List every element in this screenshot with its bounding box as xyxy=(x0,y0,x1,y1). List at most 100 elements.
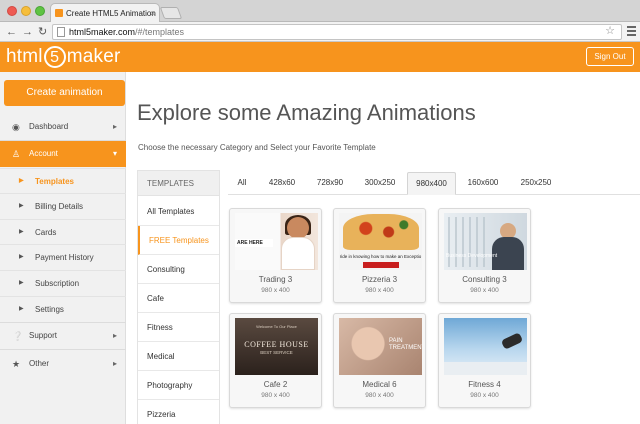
chevron-right-icon: ▸ xyxy=(112,359,117,368)
logo-five: 5 xyxy=(43,46,66,68)
template-card-medical-6[interactable]: PAIN TREATMENT Medical 6 980 x 400 xyxy=(333,313,426,408)
page-icon xyxy=(57,27,65,37)
template-size: 980 x 400 xyxy=(365,287,394,294)
athlete-graphic xyxy=(500,332,524,350)
page-title: Explore some Amazing Animations xyxy=(137,100,476,125)
sidebar-item-label: Account xyxy=(29,149,58,158)
caret-right-icon: ▶ xyxy=(19,203,24,209)
bookmark-star-icon[interactable]: ☆ xyxy=(605,24,615,38)
sidebar-subitem-label: Cards xyxy=(35,228,57,237)
template-name: Consulting 3 xyxy=(462,275,507,284)
sidebar-item-other[interactable]: ★ Other ▸ xyxy=(0,351,126,377)
size-tab-250x250[interactable]: 250x250 xyxy=(514,172,558,195)
address-bar[interactable]: html5maker.com/#/templates ☆ xyxy=(52,24,622,40)
template-thumbnail: ride in knowing how to make an Exceptio xyxy=(339,213,422,270)
sidebar-subitem-label: Subscription xyxy=(35,279,80,288)
logo-text-maker: maker xyxy=(66,46,121,67)
sidebar-item-label: Dashboard xyxy=(29,122,69,131)
thumbnail-text: Business Development xyxy=(446,253,498,259)
category-medical[interactable]: Medical xyxy=(138,342,219,371)
template-thumbnail: PAIN TREATMENT xyxy=(339,318,422,375)
thumbnail-text: BEST SERVICE xyxy=(260,350,293,355)
size-tab-980x400[interactable]: 980x400 xyxy=(407,172,456,195)
caret-right-icon: ▶ xyxy=(19,280,24,286)
browser-tab[interactable]: Create HTML5 Animation × xyxy=(50,3,160,23)
caret-right-icon: ▶ xyxy=(19,254,24,260)
sidebar-subitem-settings[interactable]: ▶ Settings xyxy=(0,296,126,321)
template-name: Fitness 4 xyxy=(468,380,501,389)
building-graphic xyxy=(448,217,488,267)
forward-arrow-icon[interactable]: → xyxy=(22,24,33,40)
sidebar-subitem-templates[interactable]: ▶ Templates xyxy=(0,168,126,193)
template-card-fitness-4[interactable]: Fitness 4 980 x 400 xyxy=(438,313,531,408)
template-card-cafe-2[interactable]: Welcome To Our Place COFFEE HOUSE BEST S… xyxy=(229,313,322,408)
logo[interactable]: html 5 maker xyxy=(6,45,121,69)
url-host: html5maker.com xyxy=(69,27,136,37)
sidebar-subitem-cards[interactable]: ▶ Cards xyxy=(0,219,126,244)
question-icon: ❔ xyxy=(12,331,24,341)
thumbnail-text: PAIN TREATMENT xyxy=(389,338,422,351)
divider xyxy=(0,349,126,350)
page-subtitle: Choose the necessary Category and Select… xyxy=(138,143,376,152)
create-animation-button[interactable]: Create animation xyxy=(4,80,125,106)
person-face xyxy=(287,217,309,239)
thumbnail-button-shape xyxy=(363,262,399,268)
category-consulting[interactable]: Consulting xyxy=(138,255,219,284)
sidebar-subitem-label: Billing Details xyxy=(35,202,84,211)
thumbnail-text: COFFEE HOUSE xyxy=(244,340,309,349)
size-tab-all[interactable]: All xyxy=(232,172,252,195)
size-tab-428x60[interactable]: 428x60 xyxy=(262,172,302,195)
sidebar-item-label: Support xyxy=(29,331,58,340)
browser-menu-icon[interactable] xyxy=(627,26,636,38)
sidebar-item-dashboard[interactable]: ◉ Dashboard ▸ xyxy=(0,114,126,140)
template-card-consulting-3[interactable]: Business Development Consulting 3 980 x … xyxy=(438,208,531,303)
category-cafe[interactable]: Cafe xyxy=(138,284,219,313)
app-header: html 5 maker xyxy=(0,42,640,72)
template-size: 980 x 400 xyxy=(365,392,394,399)
template-name: Cafe 2 xyxy=(263,380,288,389)
category-header: TEMPLATES xyxy=(138,171,219,196)
sidebar-subitem-subscription[interactable]: ▶ Subscription xyxy=(0,270,126,295)
size-tab-160x600[interactable]: 160x600 xyxy=(461,172,505,195)
chevron-down-icon: ▾ xyxy=(112,149,117,158)
template-thumbnail: Business Development xyxy=(444,213,527,270)
template-thumbnail xyxy=(444,318,527,375)
category-pizzeria[interactable]: Pizzeria xyxy=(138,400,219,424)
close-window-button[interactable] xyxy=(7,6,17,16)
template-size: 980 x 400 xyxy=(470,287,499,294)
thumbnail-text: ARE HERE xyxy=(235,239,273,247)
user-icon: ♙ xyxy=(12,149,21,159)
template-name: Pizzeria 3 xyxy=(361,275,398,284)
zoom-window-button[interactable] xyxy=(35,6,45,16)
minimize-window-button[interactable] xyxy=(21,6,31,16)
sidebar-subitem-billing-details[interactable]: ▶ Billing Details xyxy=(0,193,126,218)
category-free-templates[interactable]: FREE Templates xyxy=(138,226,219,255)
category-photography[interactable]: Photography xyxy=(138,371,219,400)
close-tab-icon[interactable]: × xyxy=(150,4,155,23)
sign-out-button[interactable]: Sign Out xyxy=(586,47,634,66)
size-tab-728x90[interactable]: 728x90 xyxy=(310,172,350,195)
size-tab-300x250[interactable]: 300x250 xyxy=(359,172,401,195)
category-all-templates[interactable]: All Templates xyxy=(138,197,219,226)
star-icon: ★ xyxy=(12,359,21,369)
ground-graphic xyxy=(444,362,527,375)
chevron-right-icon: ▸ xyxy=(112,331,117,340)
sidebar-item-support[interactable]: ❔ Support ▸ xyxy=(0,323,126,349)
sidebar-subitem-payment-history[interactable]: ▶ Payment History xyxy=(0,244,126,269)
new-tab-button[interactable] xyxy=(159,7,183,19)
template-card-trading-3[interactable]: ARE HERE Trading 3 980 x 400 xyxy=(229,208,322,303)
sidebar-subitem-label: Templates xyxy=(35,177,74,186)
reload-icon[interactable]: ↻ xyxy=(38,24,47,40)
template-name: Trading 3 xyxy=(258,275,293,284)
sidebar: Create animation ◉ Dashboard ▸ ♙ Account… xyxy=(0,72,126,424)
template-size: 980 x 400 xyxy=(261,392,290,399)
pizza-image xyxy=(343,214,419,250)
person-body xyxy=(281,237,315,270)
sidebar-subitem-label: Settings xyxy=(35,305,64,314)
favicon-icon xyxy=(55,9,63,17)
back-arrow-icon[interactable]: ← xyxy=(6,24,17,40)
category-fitness[interactable]: Fitness xyxy=(138,313,219,342)
logo-text-html: html xyxy=(6,46,43,67)
sidebar-item-account[interactable]: ♙ Account ▾ xyxy=(0,141,126,167)
template-card-pizzeria-3[interactable]: ride in knowing how to make an Exceptio … xyxy=(333,208,426,303)
